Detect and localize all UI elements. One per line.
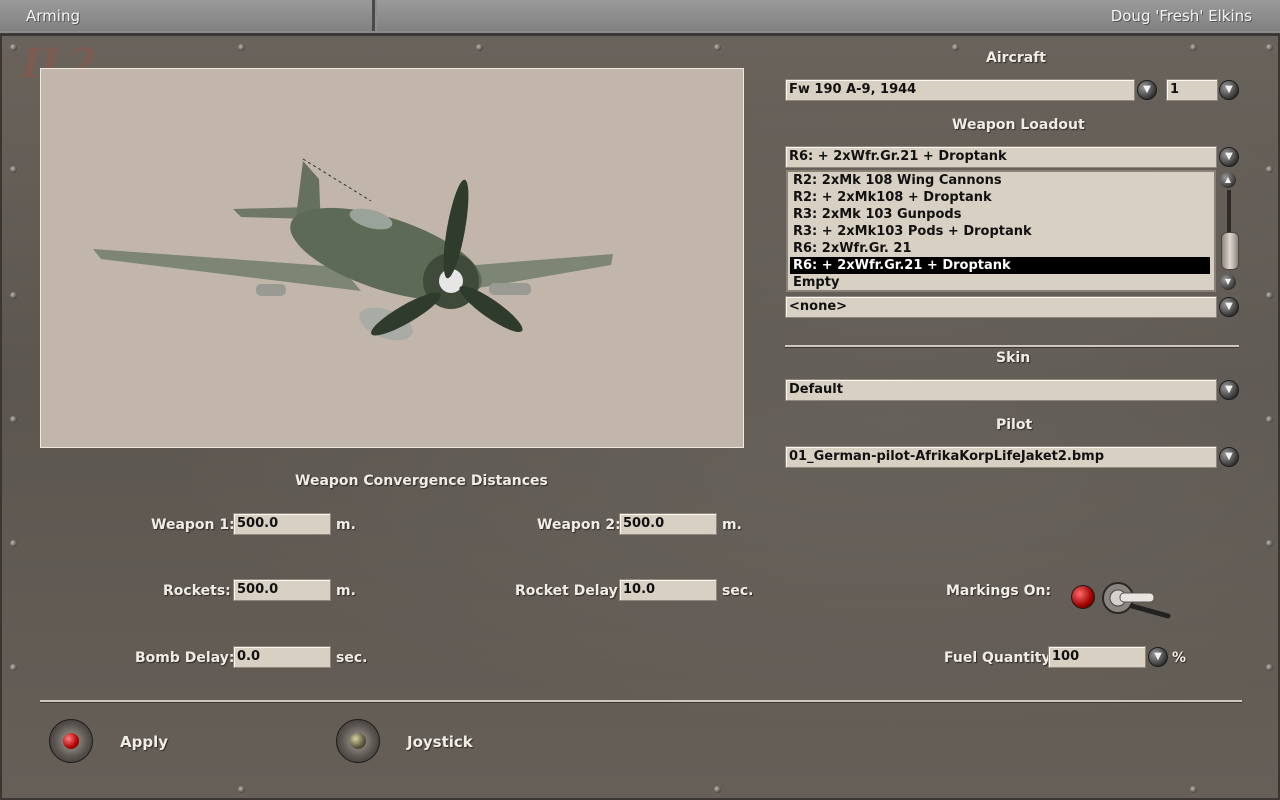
list-item-selected[interactable]: R6: + 2xWfr.Gr.21 + Droptank: [790, 257, 1210, 274]
aircraft-count-select[interactable]: 1: [1166, 79, 1218, 101]
list-item[interactable]: Empty: [790, 274, 1210, 291]
rivet: [1266, 540, 1273, 547]
aircraft-model-image: [93, 158, 613, 341]
dropdown-arrow-icon[interactable]: ▼: [1219, 447, 1239, 467]
rivet: [476, 44, 483, 51]
rivet: [1266, 166, 1273, 173]
rivet: [10, 44, 17, 51]
weapon1-input[interactable]: 500.0: [233, 513, 331, 535]
loadout-scrollbar[interactable]: ▲ ▼: [1219, 170, 1239, 292]
rocket-delay-unit: sec.: [722, 583, 754, 599]
rockets-label: Rockets:: [163, 583, 231, 599]
list-item[interactable]: R2: 2xMk 108 Wing Cannons: [790, 172, 1210, 189]
rivet: [1266, 664, 1273, 671]
rivet: [714, 44, 721, 51]
weapon2-unit: m.: [722, 517, 742, 533]
joystick-lamp-icon: [350, 733, 366, 749]
rockets-input[interactable]: 500.0: [233, 579, 331, 601]
dropdown-arrow-icon[interactable]: ▼: [1219, 380, 1239, 400]
joystick-label[interactable]: Joystick: [407, 733, 473, 751]
fuel-unit: %: [1172, 650, 1187, 666]
dropdown-arrow-icon[interactable]: ▼: [1148, 647, 1168, 667]
bomb-delay-unit: sec.: [336, 650, 368, 666]
list-item[interactable]: R3: 2xMk 103 Gunpods: [790, 206, 1210, 223]
loadout-options-list[interactable]: R2: 2xMk 108 Wing Cannons R2: + 2xMk108 …: [786, 170, 1216, 292]
dropdown-arrow-icon[interactable]: ▼: [1219, 297, 1239, 317]
title-bar: Arming Doug 'Fresh' Elkins: [0, 0, 1280, 35]
rivet: [714, 786, 721, 793]
markings-indicator-lamp: [1071, 585, 1095, 609]
rivet: [1190, 44, 1197, 51]
rivet: [1266, 44, 1273, 51]
markings-label: Markings On:: [946, 583, 1052, 599]
rivet: [952, 44, 959, 51]
skin-select[interactable]: Default: [785, 379, 1217, 401]
loadout-label: Weapon Loadout: [952, 117, 1085, 133]
loadout-select[interactable]: R6: + 2xWfr.Gr.21 + Droptank: [785, 146, 1217, 168]
aircraft-preview[interactable]: [40, 68, 744, 448]
weapon2-input[interactable]: 500.0: [619, 513, 717, 535]
divider: [40, 700, 1242, 702]
rocket-delay-input[interactable]: 10.0: [619, 579, 717, 601]
apply-label[interactable]: Apply: [120, 733, 168, 751]
rivet: [1190, 786, 1197, 793]
scroll-down-icon[interactable]: ▼: [1220, 274, 1236, 290]
apply-lamp-icon: [63, 733, 79, 749]
extra-loadout-select[interactable]: <none>: [785, 296, 1217, 318]
rivet: [1266, 292, 1273, 299]
dropdown-arrow-icon[interactable]: ▼: [1219, 80, 1239, 100]
aircraft-label: Aircraft: [986, 50, 1046, 66]
rivet: [1266, 416, 1273, 423]
joystick-button[interactable]: [336, 719, 380, 763]
window-title: Arming: [26, 7, 80, 25]
rivet: [10, 166, 17, 173]
user-name: Doug 'Fresh' Elkins: [1110, 7, 1252, 25]
rivet: [10, 416, 17, 423]
rivet: [10, 540, 17, 547]
scroll-up-icon[interactable]: ▲: [1220, 172, 1236, 188]
rivet: [238, 44, 245, 51]
rivet: [10, 292, 17, 299]
list-item[interactable]: R6: 2xWfr.Gr. 21: [790, 240, 1210, 257]
weapon1-unit: m.: [336, 517, 356, 533]
convergence-heading: Weapon Convergence Distances: [295, 473, 548, 489]
list-item[interactable]: R2: + 2xMk108 + Droptank: [790, 189, 1210, 206]
title-right-tab: Doug 'Fresh' Elkins: [377, 0, 1280, 31]
weapon1-label: Weapon 1:: [151, 517, 235, 533]
rivet: [238, 786, 245, 793]
scroll-thumb[interactable]: [1221, 232, 1239, 270]
rocket-delay-label: Rocket Delay:: [515, 583, 624, 599]
weapon2-label: Weapon 2:: [537, 517, 621, 533]
fuel-label: Fuel Quantity:: [944, 650, 1057, 666]
dropdown-arrow-icon[interactable]: ▼: [1219, 147, 1239, 167]
pilot-select[interactable]: 01_German-pilot-AfrikaKorpLifeJaket2.bmp: [785, 446, 1217, 468]
divider: [785, 345, 1239, 347]
dropdown-arrow-icon[interactable]: ▼: [1137, 80, 1157, 100]
title-left-tab: Arming: [0, 0, 375, 31]
rivet: [10, 664, 17, 671]
bomb-delay-label: Bomb Delay:: [135, 650, 235, 666]
list-item[interactable]: R3: + 2xMk103 Pods + Droptank: [790, 223, 1210, 240]
markings-toggle-switch[interactable]: [1098, 578, 1174, 622]
bomb-delay-input[interactable]: 0.0: [233, 646, 331, 668]
apply-button[interactable]: [49, 719, 93, 763]
aircraft-select[interactable]: Fw 190 A-9, 1944: [785, 79, 1135, 101]
pilot-label: Pilot: [996, 417, 1033, 433]
fuel-select[interactable]: 100: [1048, 646, 1146, 668]
rockets-unit: m.: [336, 583, 356, 599]
skin-label: Skin: [996, 350, 1031, 366]
